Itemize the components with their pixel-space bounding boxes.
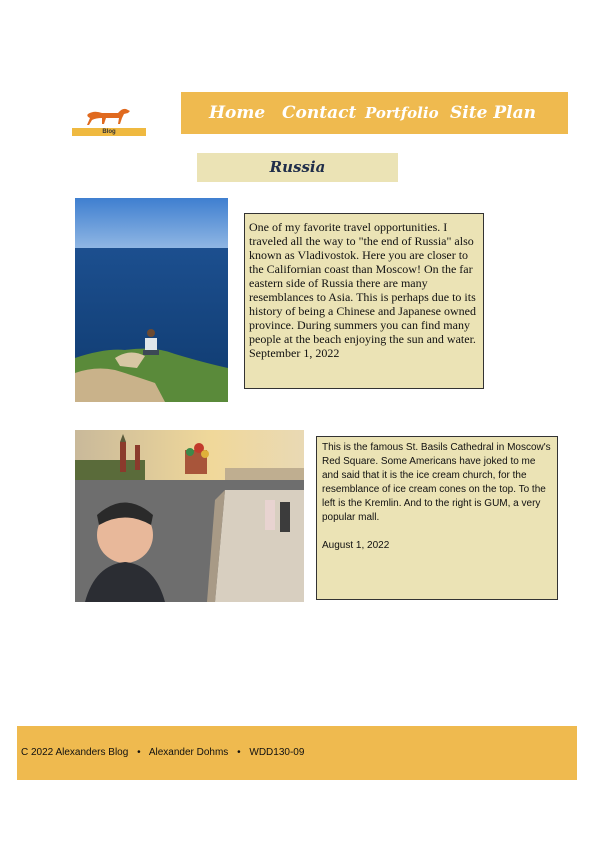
post-red-square-text: This is the famous St. Basils Cathedral … (316, 436, 558, 600)
nav-contact[interactable]: Contact (282, 103, 356, 123)
footer-copyright: C 2022 Alexanders Blog (21, 747, 129, 758)
footer: C 2022 Alexanders Blog • Alexander Dohms… (17, 726, 577, 780)
post-body: This is the famous St. Basils Cathedral … (322, 442, 551, 523)
red-square-photo (75, 430, 304, 602)
post-body: One of my favorite travel opportunities.… (249, 220, 476, 346)
footer-author: Alexander Dohms (148, 747, 229, 758)
nav-site-plan[interactable]: Site Plan (450, 103, 536, 123)
blog-logo[interactable]: Blog (70, 104, 148, 138)
page-title: Russia (197, 153, 398, 182)
post-date: August 1, 2022 (322, 540, 390, 551)
footer-separator: • (237, 747, 241, 758)
post-vladivostok-text: One of my favorite travel opportunities.… (244, 213, 484, 389)
post-date: September 1, 2022 (249, 346, 340, 360)
logo-label: Blog (72, 128, 146, 136)
footer-separator: • (137, 747, 141, 758)
main-nav: Home Contact Portfolio Site Plan (181, 92, 568, 134)
footer-course: WDD130-09 (249, 747, 305, 758)
vladivostok-photo (75, 198, 228, 402)
nav-home[interactable]: Home (209, 103, 265, 123)
dog-icon (87, 108, 130, 125)
nav-portfolio[interactable]: Portfolio (365, 104, 439, 122)
